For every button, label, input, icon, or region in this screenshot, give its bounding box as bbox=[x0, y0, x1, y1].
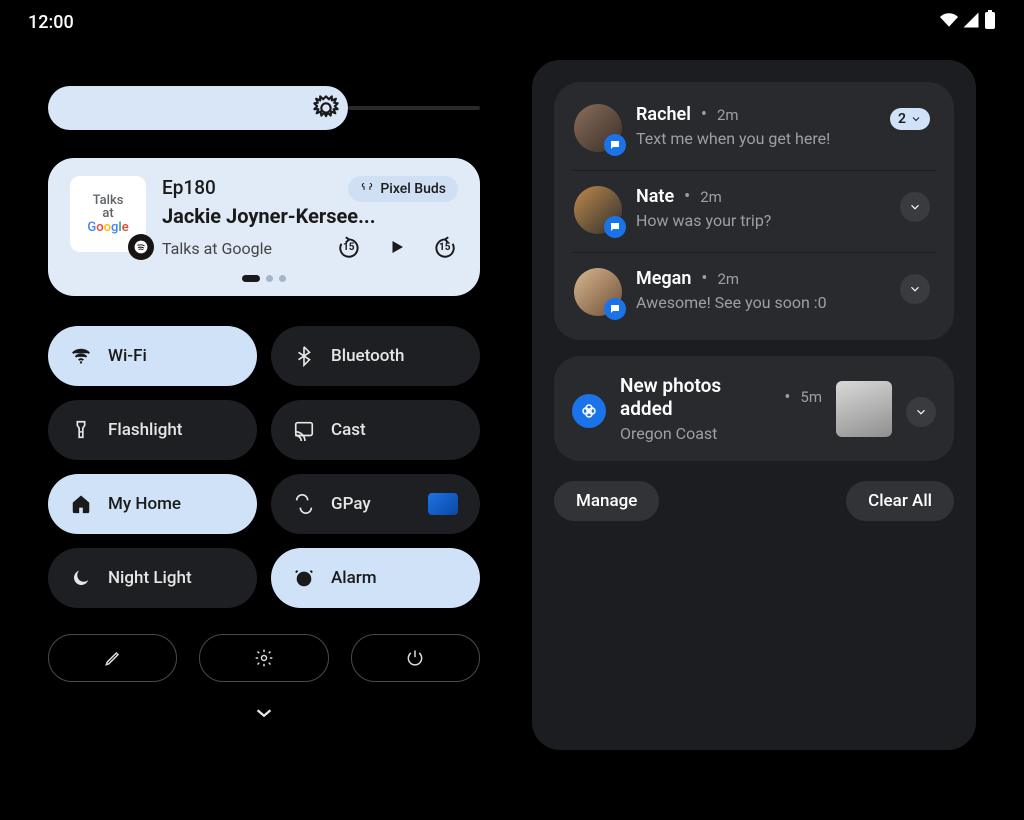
notification-item[interactable]: Megan • 2m Awesome! See you soon :0 bbox=[560, 252, 948, 334]
tile-label: Alarm bbox=[331, 568, 377, 588]
notification-count-chip[interactable]: 2 bbox=[890, 108, 930, 130]
tile-label: Flashlight bbox=[108, 420, 182, 440]
seek-forward-15-button[interactable]: 15 bbox=[432, 234, 458, 263]
power-button[interactable] bbox=[351, 634, 480, 682]
signal-status-icon bbox=[962, 11, 980, 34]
earbuds-icon bbox=[360, 180, 374, 198]
notification-sender: Rachel bbox=[636, 104, 691, 125]
output-device-pill[interactable]: Pixel Buds bbox=[348, 176, 458, 202]
notification-time: 5m bbox=[800, 388, 822, 406]
cast-icon bbox=[293, 419, 315, 441]
status-bar: 12:00 bbox=[0, 0, 1024, 44]
notification-body: Oregon Coast bbox=[620, 424, 822, 443]
messages-app-icon bbox=[604, 134, 626, 156]
tile-label: GPay bbox=[331, 494, 371, 514]
notification-body: Text me when you get here! bbox=[636, 129, 876, 148]
media-title: Jackie Joyner-Kersee... bbox=[162, 204, 422, 228]
notification-panel: Rachel • 2m Text me when you get here! 2 bbox=[532, 60, 976, 750]
media-player-card[interactable]: Talks at Google Ep180 Pixel Bu bbox=[48, 158, 480, 296]
bluetooth-icon bbox=[293, 345, 315, 367]
notification-body: Awesome! See you soon :0 bbox=[636, 293, 886, 312]
gpay-icon bbox=[293, 493, 315, 515]
edit-tiles-button[interactable] bbox=[48, 634, 177, 682]
expand-notification-button[interactable] bbox=[906, 397, 936, 427]
notification-sender: Megan bbox=[636, 268, 691, 289]
tile-label: My Home bbox=[108, 494, 181, 514]
brightness-slider[interactable] bbox=[48, 84, 480, 132]
gpay-card-thumbnail bbox=[428, 493, 458, 515]
status-icons bbox=[940, 10, 996, 35]
avatar bbox=[574, 104, 622, 152]
notification-time: 2m bbox=[700, 188, 722, 206]
brightness-track[interactable] bbox=[348, 106, 480, 110]
tile-cast[interactable]: Cast bbox=[271, 400, 480, 460]
tile-gpay[interactable]: GPay bbox=[271, 474, 480, 534]
tile-alarm[interactable]: Alarm bbox=[271, 548, 480, 608]
messages-app-icon bbox=[604, 216, 626, 238]
expand-notification-button[interactable] bbox=[900, 192, 930, 222]
avatar bbox=[574, 268, 622, 316]
media-subtitle: Talks at Google bbox=[162, 239, 272, 258]
seek-back-15-button[interactable]: 15 bbox=[336, 234, 362, 263]
brightness-icon bbox=[310, 92, 342, 124]
wifi-status-icon bbox=[940, 11, 958, 34]
clear-all-button[interactable]: Clear All bbox=[846, 481, 954, 521]
flashlight-icon bbox=[70, 419, 92, 441]
wifi-icon bbox=[70, 345, 92, 367]
notification-item-photos[interactable]: New photos added • 5m Oregon Coast bbox=[554, 356, 954, 461]
notification-item[interactable]: Nate • 2m How was your trip? bbox=[560, 170, 948, 252]
notification-time: 2m bbox=[717, 106, 739, 124]
settings-button[interactable] bbox=[199, 634, 328, 682]
notification-time: 2m bbox=[717, 270, 739, 288]
media-pager-dots[interactable] bbox=[242, 275, 286, 282]
tile-label: Night Light bbox=[108, 568, 192, 588]
home-icon bbox=[70, 493, 92, 515]
photos-app-icon bbox=[572, 394, 606, 428]
play-button[interactable] bbox=[388, 238, 406, 260]
media-album-art: Talks at Google bbox=[70, 176, 146, 252]
tile-night-light[interactable]: Night Light bbox=[48, 548, 257, 608]
notification-title: New photos added bbox=[620, 374, 774, 420]
tile-label: Wi-Fi bbox=[108, 346, 147, 366]
expand-notification-button[interactable] bbox=[900, 274, 930, 304]
expand-chevron-icon[interactable] bbox=[253, 702, 275, 728]
conversation-group: Rachel • 2m Text me when you get here! 2 bbox=[554, 82, 954, 340]
spotify-icon bbox=[128, 234, 154, 260]
notification-item[interactable]: Rachel • 2m Text me when you get here! 2 bbox=[560, 88, 948, 170]
tile-bluetooth[interactable]: Bluetooth bbox=[271, 326, 480, 386]
manage-notifications-button[interactable]: Manage bbox=[554, 481, 659, 521]
tile-flashlight[interactable]: Flashlight bbox=[48, 400, 257, 460]
tile-label: Cast bbox=[331, 420, 366, 440]
battery-status-icon bbox=[984, 10, 996, 35]
avatar bbox=[574, 186, 622, 234]
notification-thumbnail bbox=[836, 381, 892, 437]
status-time: 12:00 bbox=[28, 12, 74, 33]
messages-app-icon bbox=[604, 298, 626, 320]
moon-icon bbox=[70, 567, 92, 589]
notification-body: How was your trip? bbox=[636, 211, 886, 230]
notification-sender: Nate bbox=[636, 186, 674, 207]
media-episode: Ep180 bbox=[162, 176, 216, 199]
alarm-icon bbox=[293, 567, 315, 589]
tile-myhome[interactable]: My Home bbox=[48, 474, 257, 534]
tile-wifi[interactable]: Wi-Fi bbox=[48, 326, 257, 386]
tile-label: Bluetooth bbox=[331, 346, 405, 366]
